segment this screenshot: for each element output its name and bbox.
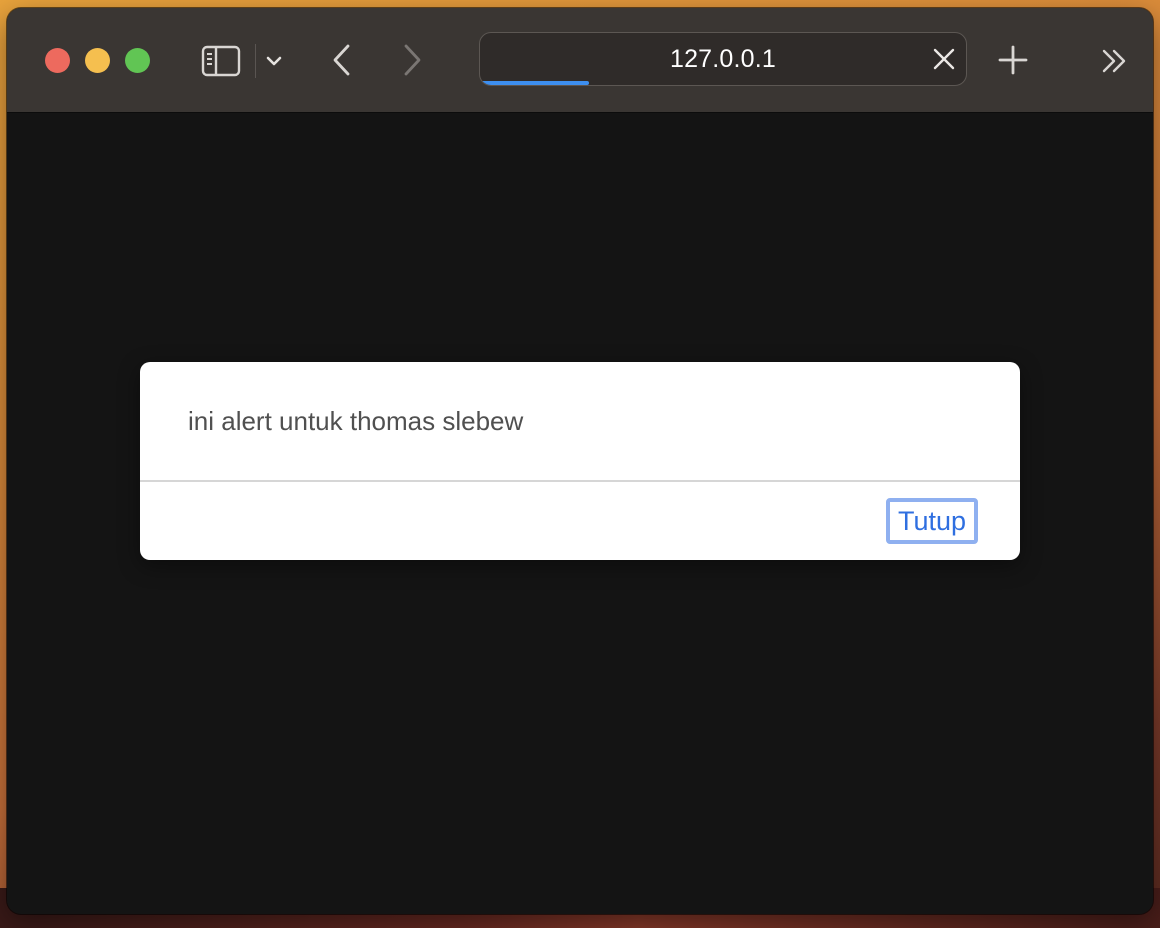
page-content: ini alert untuk thomas slebew Tutup (7, 113, 1153, 914)
browser-window: 127.0.0.1 ini alert untuk thomas slebew … (7, 8, 1153, 914)
new-tab-button[interactable] (993, 40, 1033, 80)
window-close-button[interactable] (45, 48, 70, 73)
alert-close-button[interactable]: Tutup (885, 498, 978, 544)
toolbar-overflow-button[interactable] (1095, 44, 1135, 78)
forward-button[interactable] (395, 40, 429, 80)
page-load-progress-fill (480, 81, 590, 85)
double-chevron-right-icon (1102, 49, 1126, 73)
address-bar[interactable]: 127.0.0.1 (479, 32, 967, 86)
close-icon (933, 48, 955, 70)
chevron-down-icon (266, 56, 282, 66)
browser-toolbar: 127.0.0.1 (7, 8, 1153, 113)
plus-icon (998, 45, 1028, 75)
window-zoom-button[interactable] (125, 48, 150, 73)
chevron-right-icon (404, 44, 421, 76)
address-clear-button[interactable] (929, 44, 959, 74)
sidebar-icon (201, 45, 241, 77)
back-button[interactable] (325, 40, 359, 80)
window-minimize-button[interactable] (85, 48, 110, 73)
alert-divider (140, 480, 1020, 482)
page-load-progress (480, 81, 966, 85)
address-text[interactable]: 127.0.0.1 (480, 33, 966, 85)
toolbar-divider (255, 44, 256, 78)
chevron-left-icon (333, 44, 350, 76)
tab-group-menu-button[interactable] (261, 46, 287, 76)
sidebar-toggle-button[interactable] (197, 42, 245, 80)
alert-dialog: ini alert untuk thomas slebew Tutup (140, 362, 1020, 560)
alert-message: ini alert untuk thomas slebew (188, 406, 524, 436)
